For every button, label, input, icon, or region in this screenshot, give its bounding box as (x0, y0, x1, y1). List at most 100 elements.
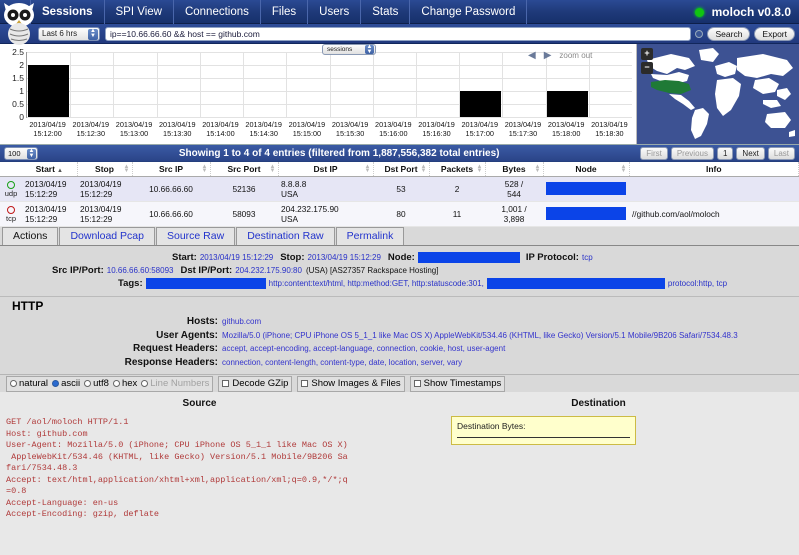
search-input[interactable] (105, 27, 691, 41)
chart-y-tick-label: 1.5 (12, 73, 24, 83)
radio-ascii-icon[interactable] (52, 380, 59, 387)
zoom-out-button[interactable]: zoom out (559, 51, 592, 60)
radio-line-numbers-icon[interactable] (141, 380, 148, 387)
chart-series-select[interactable]: sessions ▲▼ (322, 44, 376, 55)
nav-item-spi-view[interactable]: SPI View (105, 0, 174, 24)
http-hosts-value[interactable]: github.com (222, 316, 261, 328)
download-pcap-link[interactable]: Download Pcap (59, 227, 155, 245)
table-header-packets[interactable]: Packets▲▼ (429, 162, 485, 177)
pagination-next-button[interactable]: Next (736, 147, 764, 160)
row-src-port-cell[interactable]: 52136 (210, 177, 278, 202)
option-decode-gzip[interactable]: Decode GZip (222, 378, 288, 389)
nav-item-change-password[interactable]: Change Password (410, 0, 527, 24)
redacted-node-value (418, 252, 520, 263)
table-header-bytes[interactable]: Bytes▲▼ (485, 162, 543, 177)
table-row[interactable]: udp 2013/04/1915:12:29 2013/04/1915:12:2… (0, 177, 799, 202)
chart-gridline-vertical (70, 52, 71, 117)
row-src-ip-cell[interactable]: 10.66.66.60 (132, 177, 210, 202)
option-show-images-files[interactable]: Show Images & Files (301, 378, 400, 389)
table-header-dst-ip[interactable]: Dst IP▲▼ (278, 162, 373, 177)
pagination-previous-button[interactable]: Previous (671, 147, 714, 160)
table-header-src-port[interactable]: Src Port▲▼ (210, 162, 278, 177)
option-natural-label: natural (19, 378, 48, 389)
table-header-stop[interactable]: Stop▲▼ (77, 162, 132, 177)
nav-item-sessions[interactable]: Sessions (30, 0, 105, 24)
http-response-headers-label: Response Headers: (0, 357, 222, 369)
nav-item-users[interactable]: Users (308, 0, 361, 24)
row-dst-ip-cell[interactable]: 204.232.175.90USA (278, 202, 373, 227)
source-raw-link[interactable]: Source Raw (156, 227, 235, 245)
map-zoom-out-button[interactable]: − (641, 62, 653, 74)
option-utf8[interactable]: utf8 (84, 378, 109, 389)
checkbox-show-timestamps-icon[interactable] (414, 380, 421, 387)
option-ascii-label: ascii (61, 378, 80, 389)
option-natural[interactable]: natural (10, 378, 48, 389)
http-request-headers-value[interactable]: accept, accept-encoding, accept-language… (222, 343, 505, 355)
row-src-port-cell[interactable]: 58093 (210, 202, 278, 227)
encoding-option-group: natural ascii utf8 hex Line Numbers (6, 376, 213, 392)
row-info-cell (629, 177, 799, 202)
pan-right-icon[interactable]: ▶ (544, 50, 552, 61)
search-bar: Last 6 hrs ▲▼ Search Export (0, 24, 799, 44)
http-row-hosts: Hosts: github.com (0, 316, 799, 328)
pagination-first-button[interactable]: First (640, 147, 668, 160)
th-label-info: Info (706, 164, 722, 174)
pagination-page-1-button[interactable]: 1 (717, 147, 733, 160)
time-range-select[interactable]: Last 6 hrs ▲▼ (38, 27, 100, 41)
actions-menu-button[interactable]: Actions (2, 227, 58, 245)
option-line-numbers-label: Line Numbers (150, 378, 209, 389)
chart-zoom-controls: ◀ ▶ zoom out (528, 50, 592, 61)
help-icon[interactable] (695, 30, 703, 38)
chart-bar[interactable] (460, 91, 501, 117)
chart-bar[interactable] (547, 91, 588, 117)
radio-natural-icon[interactable] (10, 380, 17, 387)
table-row[interactable]: tcp 2013/04/1915:12:29 2013/04/1915:12:2… (0, 202, 799, 227)
pan-left-icon[interactable]: ◀ (528, 50, 536, 61)
permalink-link[interactable]: Permalink (336, 227, 405, 245)
checkbox-show-images-icon[interactable] (301, 380, 308, 387)
detail-row-timing: Start: 2013/04/19 15:12:29 Stop: 2013/04… (0, 252, 799, 263)
detail-node-label: Node: (388, 252, 415, 263)
detail-tags-value-2: protocol:http, tcp (668, 279, 727, 288)
detail-tags-value-1: http:content:text/html, http:method:GET,… (269, 279, 484, 288)
option-line-numbers[interactable]: Line Numbers (141, 378, 209, 389)
world-map-widget[interactable]: + − (637, 44, 799, 144)
nav-item-files[interactable]: Files (261, 0, 308, 24)
chart-x-tick-label: 2013/04/1915:12:30 (73, 120, 110, 138)
session-timeline-chart[interactable]: sessions ▲▼ ◀ ▶ zoom out 00.511.522.5 20… (0, 44, 637, 144)
radio-hex-icon[interactable] (113, 380, 120, 387)
option-ascii[interactable]: ascii (52, 378, 80, 389)
nav-item-connections[interactable]: Connections (174, 0, 261, 24)
destination-raw-link[interactable]: Destination Raw (236, 227, 334, 245)
http-user-agents-label: User Agents: (0, 330, 222, 342)
option-hex[interactable]: hex (113, 378, 137, 389)
option-show-timestamps[interactable]: Show Timestamps (414, 378, 502, 389)
detail-src-value[interactable]: 10.66.66.60:58093 (107, 266, 174, 275)
sort-asc-icon: ▲ (57, 168, 63, 174)
http-response-headers-value[interactable]: connection, content-length, content-type… (222, 357, 462, 369)
detail-dst-value[interactable]: 204.232.175.90:80 (235, 266, 302, 275)
row-dst-ip-value: 8.8.8.8 (281, 179, 306, 189)
row-stop-cell: 2013/04/1915:12:29 (77, 177, 132, 202)
row-src-ip-cell[interactable]: 10.66.66.60 (132, 202, 210, 227)
chart-x-tick-label: 2013/04/1915:15:00 (289, 120, 326, 138)
export-button[interactable]: Export (754, 27, 795, 41)
row-dst-ip-cell[interactable]: 8.8.8.8USA (278, 177, 373, 202)
checkbox-decode-gzip-icon[interactable] (222, 380, 229, 387)
chart-series-value: sessions (327, 46, 352, 53)
radio-utf8-icon[interactable] (84, 380, 91, 387)
row-dst-port-cell[interactable]: 53 (373, 177, 429, 202)
table-header-node[interactable]: Node▲▼ (543, 162, 629, 177)
pagination-last-button[interactable]: Last (768, 147, 795, 160)
table-header-dst-port[interactable]: Dst Port▲▼ (373, 162, 429, 177)
table-header-start[interactable]: Start▲ (22, 162, 77, 177)
page-size-select[interactable]: 100 ▲▼ (4, 147, 38, 160)
http-user-agents-value[interactable]: Mozilla/5.0 (iPhone; CPU iPhone OS 5_1_1… (222, 330, 738, 342)
map-zoom-in-button[interactable]: + (641, 48, 653, 60)
row-dst-port-cell[interactable]: 80 (373, 202, 429, 227)
nav-item-stats[interactable]: Stats (361, 0, 410, 24)
search-button[interactable]: Search (707, 27, 750, 41)
chart-bar[interactable] (28, 65, 69, 117)
chart-x-tick-label: 2013/04/1915:18:00 (548, 120, 585, 138)
table-header-src-ip[interactable]: Src IP▲▼ (132, 162, 210, 177)
